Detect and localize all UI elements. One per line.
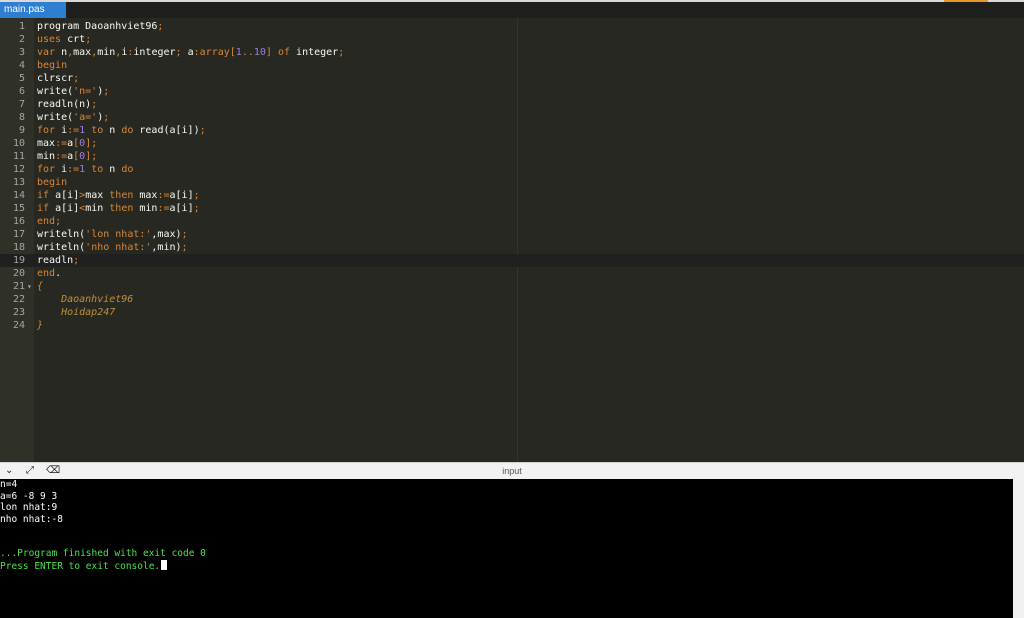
line-number: 2	[18, 34, 25, 45]
code-line[interactable]: 21 ▾ {	[0, 280, 1024, 293]
code-text: begin	[37, 60, 68, 71]
code-text: write('n=');	[37, 86, 110, 97]
code-text: Daoanhviet96	[37, 294, 134, 305]
code-line[interactable]: 11 min:=a[0];	[0, 150, 1024, 163]
panel-title: input	[502, 466, 522, 476]
line-number: 21	[12, 281, 25, 292]
code-text: clrscr;	[37, 73, 80, 84]
code-text: max:=a[0];	[37, 138, 98, 149]
code-text: write('a=');	[37, 112, 110, 123]
console-output[interactable]: n=4 a=6 -8 9 3 lon nhat:9 nho nhat:-8 ...Pro…	[0, 479, 1013, 618]
line-number: 20	[12, 268, 25, 279]
code-line[interactable]: 12 for i:=1 to n do	[0, 163, 1024, 176]
line-number: 23	[12, 307, 25, 318]
console-cursor	[161, 559, 168, 570]
code-line[interactable]: 23 Hoidap247	[0, 306, 1024, 319]
line-number: 4	[18, 60, 25, 71]
code-line[interactable]: 5 clrscr;	[0, 72, 1024, 85]
line-number: 1	[18, 21, 25, 32]
code-text: end.	[37, 268, 62, 279]
io-panel-bar: ⌄ ⤢ ⌫ input	[0, 462, 1024, 480]
line-number: 19	[12, 255, 25, 266]
code-text: for i:=1 to n do read(a[i]);	[37, 125, 206, 136]
line-number: 18	[12, 242, 25, 253]
code-line[interactable]: 16 end;	[0, 215, 1024, 228]
console-line: Press ENTER to exit console.	[0, 559, 168, 573]
code-text: min:=a[0];	[37, 151, 98, 162]
code-line[interactable]: 8 write('a=');	[0, 111, 1024, 124]
console-line: n=4	[0, 479, 18, 490]
code-text: writeln('lon nhat:',max);	[37, 229, 188, 240]
code-line[interactable]: 20 end.	[0, 267, 1024, 280]
console-line: nho nhat:-8	[0, 513, 63, 525]
line-number: 11	[12, 151, 25, 162]
console-scrollbar[interactable]	[1013, 479, 1024, 618]
console-line: ...Program finished with exit code 0	[0, 548, 206, 559]
top-accent-orange	[944, 0, 988, 2]
code-line[interactable]: 14 if a[i]>max then max:=a[i];	[0, 189, 1024, 202]
code-line[interactable]: 13 begin	[0, 176, 1024, 189]
code-line[interactable]: 18 writeln('nho nhat:',min);	[0, 241, 1024, 254]
top-accent-light	[884, 0, 944, 2]
code-text: readln;	[37, 255, 80, 266]
code-text: if a[i]<min then min:=a[i];	[37, 203, 200, 214]
line-number: 6	[18, 86, 25, 97]
line-number: 3	[18, 47, 25, 58]
line-number: 14	[12, 190, 25, 201]
fold-arrow-icon[interactable]: ▾	[27, 280, 32, 293]
code-line[interactable]: 19 readln;	[0, 254, 1024, 267]
code-text: readln(n);	[37, 99, 98, 110]
line-number: 13	[12, 177, 25, 188]
code-line[interactable]: 17 writeln('lon nhat:',max);	[0, 228, 1024, 241]
line-number: 7	[18, 99, 25, 110]
line-number: 15	[12, 203, 25, 214]
code-line[interactable]: 3 var n,max,min,i:integer; a:array[1..10]…	[0, 46, 1024, 59]
code-text: program Daoanhviet96;	[37, 21, 164, 32]
code-line[interactable]: 2 uses crt;	[0, 33, 1024, 46]
code-text: begin	[37, 177, 68, 188]
code-text: Hoidap247	[37, 307, 116, 318]
console-line: lon nhat:9	[0, 502, 58, 513]
code-line[interactable]: 24}	[0, 319, 1024, 332]
line-number: 8	[18, 112, 25, 123]
code-line[interactable]: 7 readln(n);	[0, 98, 1024, 111]
code-text: writeln('nho nhat:',min);	[37, 242, 188, 253]
code-text: uses crt;	[37, 34, 92, 45]
code-text: for i:=1 to n do	[37, 164, 134, 175]
code-line[interactable]: 1 program Daoanhviet96;	[0, 20, 1024, 33]
top-border	[0, 0, 1024, 2]
code-line[interactable]: 22 Daoanhviet96	[0, 293, 1024, 306]
line-number: 10	[12, 138, 25, 149]
code-text: }	[37, 320, 44, 331]
code-text: if a[i]>max then max:=a[i];	[37, 190, 200, 201]
line-number: 12	[12, 164, 25, 175]
line-number: 5	[18, 73, 25, 84]
tab-bar: main.pas	[0, 0, 1024, 18]
code-text: end;	[37, 216, 62, 227]
line-number: 16	[12, 216, 25, 227]
console-line: a=6 -8 9 3	[0, 490, 58, 502]
line-number: 9	[18, 125, 25, 136]
code-line[interactable]: 10 max:=a[0];	[0, 137, 1024, 150]
tab-main-pas[interactable]: main.pas	[0, 2, 66, 18]
line-number: 24	[12, 320, 25, 331]
code-text: var n,max,min,i:integer; a:array[1..10] …	[37, 47, 345, 58]
code-line[interactable]: 15 if a[i]<min then min:=a[i];	[0, 202, 1024, 215]
code-line[interactable]: 9 for i:=1 to n do read(a[i]);	[0, 124, 1024, 137]
code-text: {	[37, 281, 44, 292]
line-number: 17	[12, 229, 25, 240]
code-line[interactable]: 4 begin	[0, 59, 1024, 72]
code-editor[interactable]: 1 program Daoanhviet96; 2 uses crt; 3 var n,m…	[0, 18, 1024, 462]
line-number: 22	[12, 294, 25, 305]
code-line[interactable]: 6 write('n=');	[0, 85, 1024, 98]
